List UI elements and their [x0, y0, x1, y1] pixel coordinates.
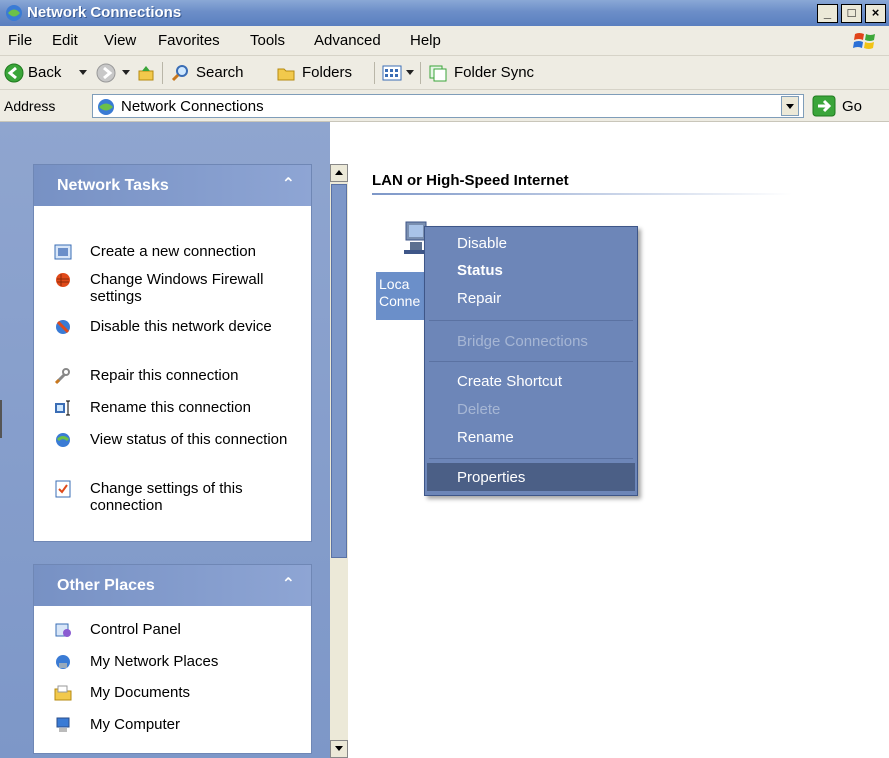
other-places-title: Other Places: [57, 577, 155, 594]
toolbar-separator: [420, 62, 421, 84]
toolbar-separator: [162, 62, 163, 84]
group-header: LAN or High-Speed Internet: [372, 172, 569, 189]
up-folder-icon[interactable]: [136, 63, 156, 83]
toolbar: Back Search Folders Folder Sync: [0, 56, 889, 90]
minimize-button[interactable]: _: [817, 4, 838, 23]
search-icon[interactable]: [170, 63, 190, 83]
status-icon: [56, 433, 70, 447]
go-arrow-icon[interactable]: [812, 95, 836, 117]
menu-item-disable[interactable]: Disable: [457, 235, 507, 252]
menu-item-bridge-connections: Bridge Connections: [457, 333, 588, 350]
views-icon[interactable]: [382, 63, 402, 83]
menu-separator: [429, 361, 633, 362]
go-button[interactable]: Go: [842, 98, 862, 115]
disable-device-icon: [56, 320, 70, 334]
back-arrow-icon[interactable]: [4, 63, 24, 83]
address-dropdown-button[interactable]: [781, 96, 799, 116]
menu-item-delete: Delete: [457, 401, 501, 418]
folders-button[interactable]: Folders: [302, 64, 352, 81]
menu-advanced[interactable]: Advanced: [314, 32, 381, 49]
menu-separator: [429, 320, 633, 321]
windows-logo-icon: [853, 33, 875, 49]
menu-bar: File Edit View Favorites Tools Advanced …: [0, 26, 889, 56]
menu-edit[interactable]: Edit: [52, 32, 78, 49]
other-places-panel: Other Places ⌃ Control Panel My Network …: [33, 564, 312, 754]
forward-arrow-icon[interactable]: [96, 63, 116, 83]
vertical-scrollbar[interactable]: [330, 164, 348, 758]
menu-favorites[interactable]: Favorites: [158, 32, 220, 49]
rename-icon: [55, 400, 70, 416]
network-tasks-title: Network Tasks: [57, 177, 169, 194]
menu-item-properties[interactable]: Properties: [457, 469, 525, 486]
maximize-button[interactable]: □: [841, 4, 862, 23]
scroll-thumb[interactable]: [331, 184, 347, 558]
window-title: Network Connections: [27, 4, 182, 21]
network-places-icon: [56, 655, 70, 669]
context-menu: Disable Status Repair Bridge Connections…: [424, 226, 638, 496]
menu-item-rename[interactable]: Rename: [457, 429, 514, 446]
address-label: Address: [4, 98, 56, 114]
documents-icon: [54, 685, 72, 701]
repair-icon: [54, 368, 70, 385]
firewall-icon: [56, 273, 70, 287]
settings-icon: [55, 480, 71, 498]
folder-sync-button[interactable]: Folder Sync: [454, 64, 534, 81]
menu-file[interactable]: File: [8, 32, 32, 49]
control-panel-icon: [55, 623, 71, 637]
menu-item-create-shortcut[interactable]: Create Shortcut: [457, 373, 562, 390]
address-input[interactable]: Network Connections: [92, 94, 804, 118]
address-value: Network Connections: [121, 98, 264, 115]
computer-icon: [56, 717, 70, 732]
toolbar-separator: [374, 62, 375, 84]
collapse-chevron-icon[interactable]: ⌃: [282, 574, 295, 594]
forward-dropdown-icon[interactable]: [122, 70, 130, 75]
collapse-chevron-icon[interactable]: ⌃: [282, 174, 295, 194]
folder-sync-icon[interactable]: [428, 63, 448, 83]
menu-item-status[interactable]: Status: [457, 262, 503, 279]
network-connections-icon: [98, 99, 114, 115]
network-connections-icon: [6, 5, 22, 21]
network-tasks-panel: Network Tasks ⌃ Create a new connection …: [33, 164, 312, 542]
scroll-down-button[interactable]: [330, 740, 348, 758]
folders-icon[interactable]: [276, 63, 296, 83]
menu-help[interactable]: Help: [410, 32, 441, 49]
scroll-up-button[interactable]: [330, 164, 348, 182]
task-pane: Network Tasks ⌃ Create a new connection …: [0, 122, 330, 758]
views-dropdown-icon[interactable]: [406, 70, 414, 75]
network-tasks-header[interactable]: Network Tasks ⌃: [34, 165, 311, 206]
close-button[interactable]: ×: [865, 4, 886, 23]
menu-item-repair[interactable]: Repair: [457, 290, 501, 307]
group-divider: [372, 193, 792, 195]
title-bar: Network Connections _ □ ×: [0, 0, 889, 26]
address-bar: Address Network Connections Go: [0, 90, 889, 122]
back-button[interactable]: Back: [28, 64, 61, 81]
window-edge: [0, 400, 2, 438]
new-connection-icon: [54, 244, 72, 260]
menu-tools[interactable]: Tools: [250, 32, 285, 49]
menu-view[interactable]: View: [104, 32, 136, 49]
search-button[interactable]: Search: [196, 64, 244, 81]
back-dropdown-icon[interactable]: [79, 70, 87, 75]
other-places-header[interactable]: Other Places ⌃: [34, 565, 311, 606]
menu-separator: [429, 458, 633, 459]
